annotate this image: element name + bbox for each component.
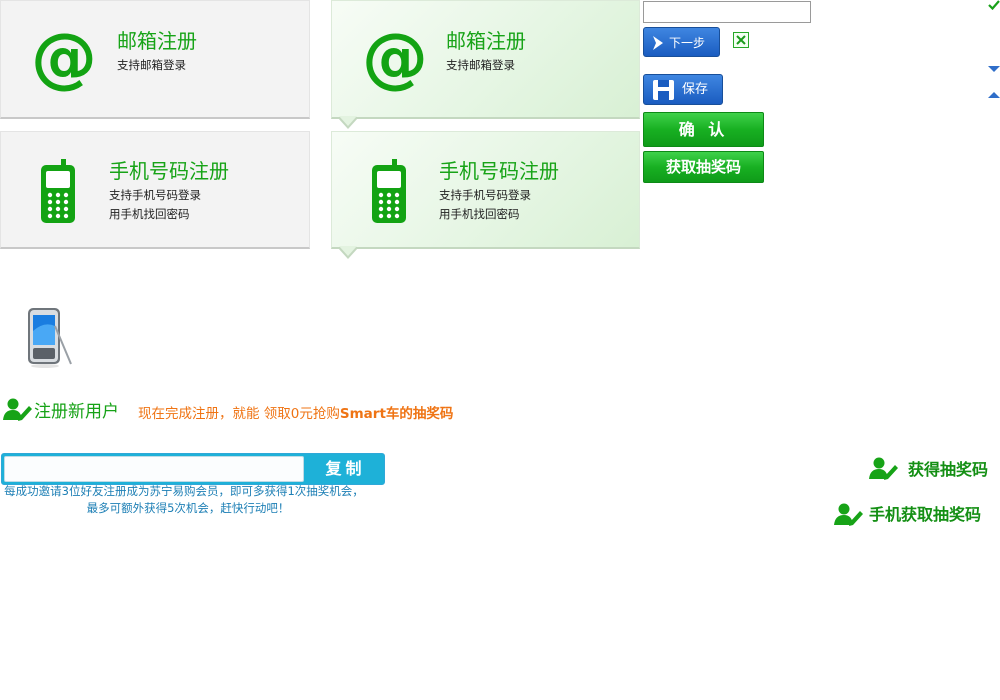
cell-phone-icon (41, 159, 75, 223)
email-register-tile-active[interactable]: @ 邮箱注册 支持邮箱登录 (331, 0, 640, 129)
caret-down-icon[interactable] (988, 66, 1000, 72)
invite-link-input[interactable] (4, 456, 304, 482)
copy-button[interactable]: 复制 (307, 454, 384, 484)
cell-phone-icon (372, 159, 406, 223)
tile-subtitle: 支持邮箱登录 (117, 58, 186, 72)
save-button[interactable]: 保存 (643, 74, 723, 105)
invite-note-line2: 最多可额外获得5次机会，赶快行动吧！ (86, 501, 290, 515)
text-input[interactable] (643, 1, 811, 23)
phone-register-tile-active[interactable]: 手机号码注册 支持手机号码登录 用手机找回密码 (331, 131, 640, 259)
user-edit-icon (869, 457, 898, 480)
tile-subtitle: 支持手机号码登录 (439, 188, 531, 202)
save-label: 保存 (682, 82, 709, 97)
get-lottery-code-link[interactable]: 获得抽奖码 (908, 459, 988, 481)
tile-pointer (338, 246, 358, 259)
register-promo-highlight: Smart车的抽奖码 (339, 406, 454, 422)
next-step-label: 下一步 (669, 36, 706, 50)
tile-subtitle: 用手机找回密码 (439, 207, 520, 221)
floppy-disk-icon (653, 80, 674, 100)
phone-lottery-code-link[interactable]: 手机获取抽奖码 (869, 504, 981, 526)
at-icon: @ (31, 19, 97, 96)
invite-copy-box: 复制 (1, 453, 385, 485)
next-step-button[interactable]: 下一步 (643, 27, 720, 57)
tile-subtitle: 支持邮箱登录 (446, 58, 515, 72)
tile-title: 邮箱注册 (446, 29, 526, 53)
confirm-button[interactable]: 确 认 (643, 112, 764, 147)
caret-up-icon[interactable] (988, 92, 1000, 98)
smartphone-icon (28, 308, 72, 368)
phone-register-tile[interactable]: 手机号码注册 支持手机号码登录 用手机找回密码 (0, 131, 310, 249)
user-edit-icon (834, 503, 863, 526)
invite-note-line1: 每成功邀请3位好友注册成为苏宁易购会员，即可多获得1次抽奖机会， (4, 484, 364, 498)
tile-subtitle: 支持手机号码登录 (109, 188, 201, 202)
tile-title: 手机号码注册 (109, 159, 229, 183)
tile-pointer (338, 116, 358, 129)
at-icon: @ (362, 19, 428, 96)
get-lottery-code-button[interactable]: 获取抽奖码 (643, 151, 764, 183)
register-promo: 现在完成注册，就能 领取0元抢购Smart车的抽奖码 (138, 404, 453, 424)
register-promo-text: 现在完成注册，就能 领取0元抢购 (138, 406, 340, 422)
register-title: 注册新用户 (34, 402, 119, 422)
tile-title: 手机号码注册 (439, 159, 559, 183)
check-icon (988, 0, 1000, 10)
tile-title: 邮箱注册 (117, 29, 197, 53)
arrow-right-icon (653, 36, 663, 50)
email-register-tile[interactable]: @ 邮箱注册 支持邮箱登录 (0, 0, 310, 119)
close-icon[interactable] (733, 32, 749, 48)
user-edit-icon (3, 398, 32, 421)
tile-subtitle: 用手机找回密码 (109, 207, 190, 221)
